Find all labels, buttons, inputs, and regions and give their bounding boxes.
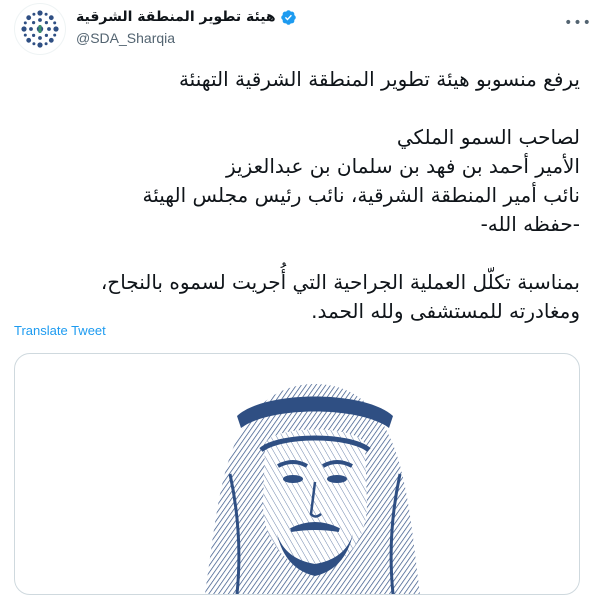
line-spacer [10, 94, 580, 123]
portrait-illustration-image [205, 384, 420, 594]
tweet-line: يرفع منسوبو هيئة تطوير المنطقة الشرقية ا… [178, 67, 580, 91]
tweet-line: نائب أمير المنطقة الشرقية، نائب رئيس مجل… [142, 183, 580, 207]
line-spacer [10, 239, 580, 268]
author-name-row[interactable]: هيئة تطوير المنطقة الشرقية [76, 6, 297, 28]
tweet[interactable]: هيئة تطوير المنطقة الشرقية @SDA_Sharqia … [0, 0, 592, 595]
tweet-line: ومغادرته للمستشفى ولله الحمد. [311, 299, 580, 323]
tweet-line: -حفظه الله- [480, 212, 580, 236]
tweet-line: الأمير أحمد بن فهد بن سلمان بن عبدالعزيز [225, 154, 580, 178]
translate-tweet-link[interactable]: Translate Tweet [14, 323, 106, 338]
tweet-header: هيئة تطوير المنطقة الشرقية @SDA_Sharqia … [0, 0, 592, 60]
sda-logo-icon [21, 10, 59, 48]
tweet-line: لصاحب السمو الملكي [396, 125, 580, 149]
author-display-name[interactable]: هيئة تطوير المنطقة الشرقية [76, 6, 276, 28]
author-handle[interactable]: @SDA_Sharqia [76, 30, 175, 46]
avatar[interactable] [14, 3, 66, 55]
tweet-text: يرفع منسوبو هيئة تطوير المنطقة الشرقية ا… [10, 65, 580, 326]
tweet-media-card[interactable] [14, 353, 580, 595]
tweet-line: بمناسبة تكلّل العملية الجراحية التي أُجر… [100, 270, 580, 294]
more-options-icon[interactable]: ••• [564, 13, 591, 33]
verified-badge-icon [280, 9, 296, 25]
